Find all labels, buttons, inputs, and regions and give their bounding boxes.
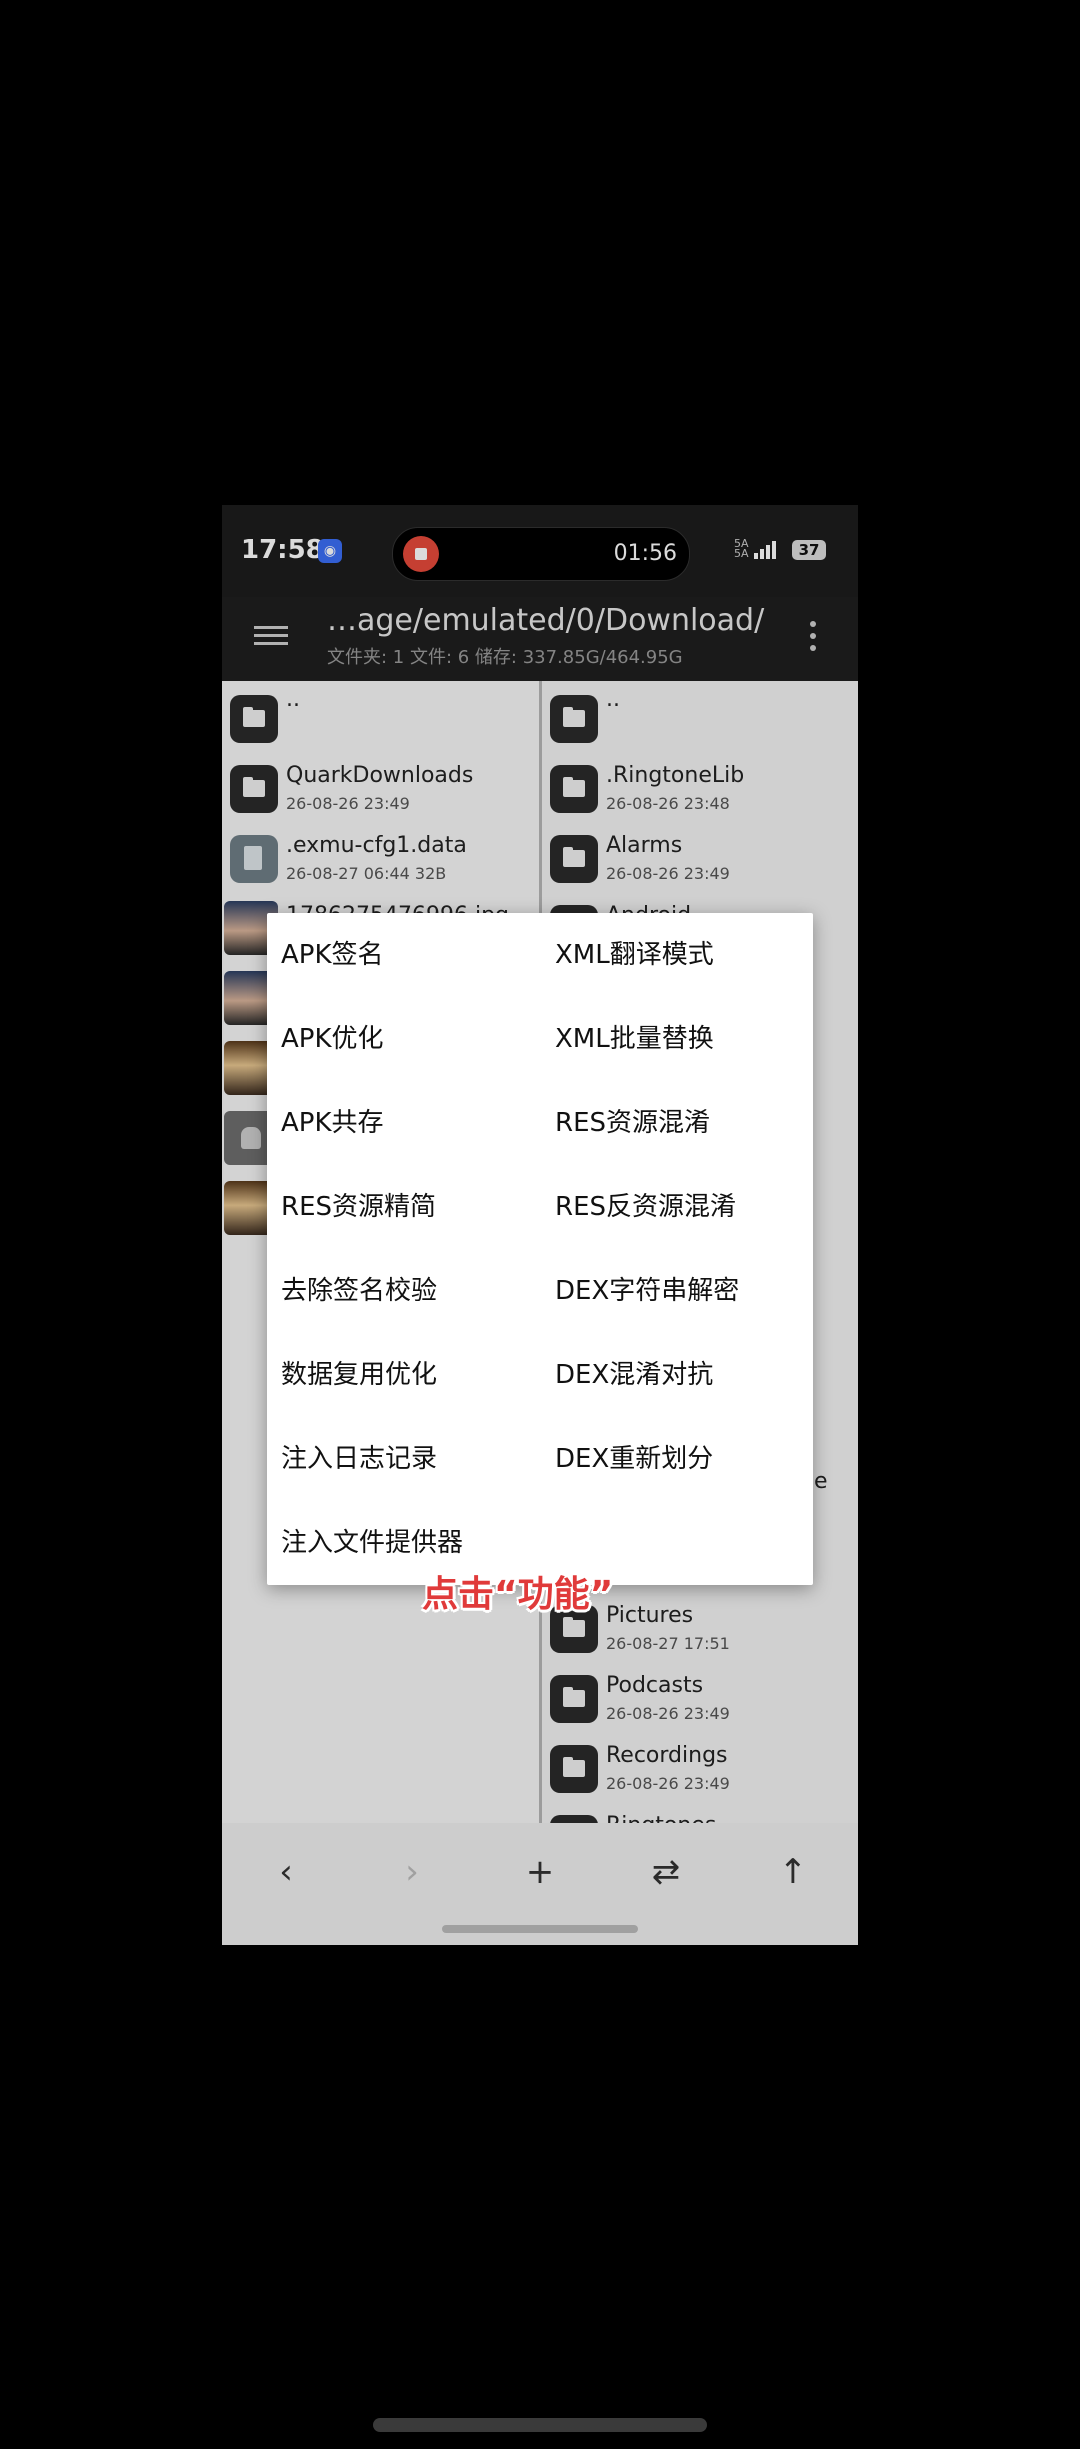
tutorial-caption: 点击“功能” — [422, 1574, 614, 1615]
menu-item-dex-anti-obfuscation[interactable]: DEX混淆对抗 — [555, 1333, 825, 1417]
phone-screen: 17:58 ◉ 01:56 5A 5A 37 …age/emulated/0/D… — [222, 505, 858, 1945]
menu-item-res-deobfuscate[interactable]: RES反资源混淆 — [555, 1165, 825, 1249]
menu-item-dex-string-decrypt[interactable]: DEX字符串解密 — [555, 1249, 825, 1333]
menu-item-remove-signature-check[interactable]: 去除签名校验 — [281, 1249, 551, 1333]
menu-item-apk-optimize[interactable]: APK优化 — [281, 997, 551, 1081]
menu-item-data-reuse-optimize[interactable]: 数据复用优化 — [281, 1333, 551, 1417]
menu-item-inject-logging[interactable]: 注入日志记录 — [281, 1417, 551, 1501]
home-indicator — [373, 2418, 707, 2432]
menu-item-apk-sign[interactable]: APK签名 — [281, 913, 551, 997]
menu-item-xml-batch-replace[interactable]: XML批量替换 — [555, 997, 825, 1081]
menu-item-xml-translate[interactable]: XML翻译模式 — [555, 913, 825, 997]
menu-item-res-obfuscate[interactable]: RES资源混淆 — [555, 1081, 825, 1165]
menu-item-dex-repartition[interactable]: DEX重新划分 — [555, 1417, 825, 1501]
function-popup-menu: APK签名 XML翻译模式 APK优化 XML批量替换 APK共存 RES资源混… — [267, 913, 813, 1585]
menu-item-apk-coexist[interactable]: APK共存 — [281, 1081, 551, 1165]
menu-item-res-slim[interactable]: RES资源精简 — [281, 1165, 551, 1249]
